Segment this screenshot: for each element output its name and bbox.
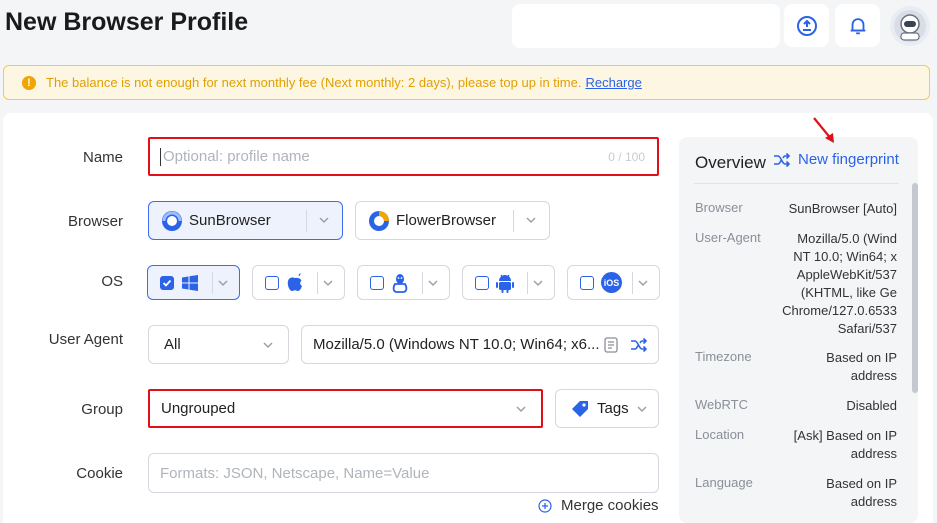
user-agent-filter-value: All <box>164 336 181 353</box>
chevron-down-icon[interactable] <box>217 277 229 289</box>
divider <box>306 210 307 232</box>
notification-button[interactable] <box>835 4 880 47</box>
divider <box>632 272 633 294</box>
overview-scrollbar[interactable] <box>912 183 918 393</box>
shuffle-icon <box>774 152 791 167</box>
avatar[interactable] <box>890 6 930 46</box>
cookie-label: Cookie <box>76 465 123 482</box>
overview-value: Mozilla/5.0 (Wind NT 10.0; Win64; x Appl… <box>782 231 897 336</box>
name-char-counter: 0 / 100 <box>608 149 645 164</box>
plus-circle-icon <box>538 498 552 513</box>
overview-value: SunBrowser [Auto] <box>788 201 897 216</box>
chevron-down-icon[interactable] <box>322 277 334 289</box>
overview-key: Location <box>695 427 745 442</box>
windows-icon <box>182 274 198 291</box>
overview-key: User-Agent <box>695 230 761 245</box>
sync-icon <box>796 15 817 36</box>
sunbrowser-icon <box>162 210 182 231</box>
divider <box>513 210 514 232</box>
warning-icon: ! <box>22 75 36 90</box>
user-agent-input[interactable]: Mozilla/5.0 (Windows NT 10.0; Win64; x6.… <box>301 325 659 364</box>
user-agent-label: User Agent <box>48 331 123 348</box>
astronaut-icon <box>894 10 926 42</box>
divider <box>422 272 423 294</box>
merge-cookies-button[interactable]: Merge cookies <box>538 497 659 514</box>
new-fingerprint-button[interactable]: New fingerprint <box>772 151 899 168</box>
chevron-down-icon[interactable] <box>525 214 537 226</box>
chevron-down-icon[interactable] <box>427 277 439 289</box>
browser-option-label: FlowerBrowser <box>396 212 497 229</box>
group-select[interactable]: Ungrouped <box>148 389 543 428</box>
os-label: OS <box>101 273 123 290</box>
browser-option-flowerbrowser[interactable]: FlowerBrowser <box>355 201 550 240</box>
overview-value: Based on IP address <box>826 350 897 383</box>
divider <box>317 272 318 294</box>
overview-title: Overview <box>695 153 766 172</box>
os-option-android[interactable] <box>462 265 555 300</box>
chevron-down-icon <box>637 406 647 413</box>
chevron-down-icon <box>263 342 273 349</box>
divider <box>694 183 899 184</box>
overview-panel: Overview New fingerprint Browser SunBrow… <box>679 137 918 523</box>
checkbox[interactable] <box>580 275 594 290</box>
sync-button[interactable] <box>784 4 829 47</box>
balance-alert: ! The balance is not enough for next mon… <box>3 65 930 100</box>
tags-select[interactable]: Tags <box>555 389 659 428</box>
group-value: Ungrouped <box>161 400 236 417</box>
name-label: Name <box>82 149 123 166</box>
android-icon <box>496 274 514 293</box>
overview-value: Based on IP address <box>826 476 897 509</box>
tag-icon <box>572 400 588 417</box>
apple-icon <box>287 272 302 291</box>
chevron-down-icon <box>516 406 526 413</box>
overview-key: Browser <box>695 200 743 215</box>
new-fingerprint-label: New fingerprint <box>798 151 899 168</box>
cookie-textarea[interactable]: Formats: JSON, Netscape, Name=Value <box>148 453 659 493</box>
overview-key: Timezone <box>695 349 752 364</box>
browser-label: Browser <box>67 213 123 230</box>
browser-option-label: SunBrowser <box>189 212 271 229</box>
check-icon <box>162 279 172 287</box>
bell-icon <box>850 17 865 34</box>
ios-icon-text: iOS <box>603 277 620 288</box>
divider <box>527 272 528 294</box>
shuffle-icon[interactable] <box>630 337 648 353</box>
name-input[interactable]: Optional: profile name 0 / 100 <box>148 137 659 176</box>
name-placeholder: Optional: profile name <box>163 148 310 165</box>
group-label: Group <box>81 401 123 418</box>
text-cursor <box>160 147 161 166</box>
os-option-ios[interactable]: iOS <box>567 265 660 300</box>
alert-message: The balance is not enough for next month… <box>46 75 582 90</box>
page-title: New Browser Profile <box>5 8 249 36</box>
divider <box>212 272 213 294</box>
merge-cookies-label: Merge cookies <box>561 497 659 514</box>
browser-option-sunbrowser[interactable]: SunBrowser <box>148 201 343 240</box>
checkbox[interactable] <box>265 275 279 290</box>
recharge-link[interactable]: Recharge <box>585 75 641 90</box>
os-option-windows[interactable] <box>147 265 240 300</box>
document-icon[interactable] <box>604 337 618 353</box>
cookie-placeholder: Formats: JSON, Netscape, Name=Value <box>160 464 430 482</box>
user-agent-value: Mozilla/5.0 (Windows NT 10.0; Win64; x6.… <box>313 336 600 353</box>
overview-value: Disabled <box>846 398 897 413</box>
os-option-linux[interactable] <box>357 265 450 300</box>
overview-key: WebRTC <box>695 397 748 412</box>
linux-icon <box>392 273 408 293</box>
annotation-arrow-icon <box>813 117 834 143</box>
overview-key: Language <box>695 475 753 490</box>
checkbox[interactable] <box>475 275 489 290</box>
flowerbrowser-icon <box>369 210 389 231</box>
user-agent-filter-select[interactable]: All <box>148 325 289 364</box>
tags-label: Tags <box>597 400 629 417</box>
chevron-down-icon[interactable] <box>532 277 544 289</box>
overview-value: [Ask] Based on IP address <box>793 428 897 461</box>
checkbox[interactable] <box>370 275 384 290</box>
ios-icon: iOS <box>601 272 622 293</box>
chevron-down-icon[interactable] <box>637 277 649 289</box>
checkbox-checked[interactable] <box>160 275 174 290</box>
chevron-down-icon[interactable] <box>318 214 330 226</box>
top-search-bar[interactable] <box>512 4 780 48</box>
os-option-macos[interactable] <box>252 265 345 300</box>
